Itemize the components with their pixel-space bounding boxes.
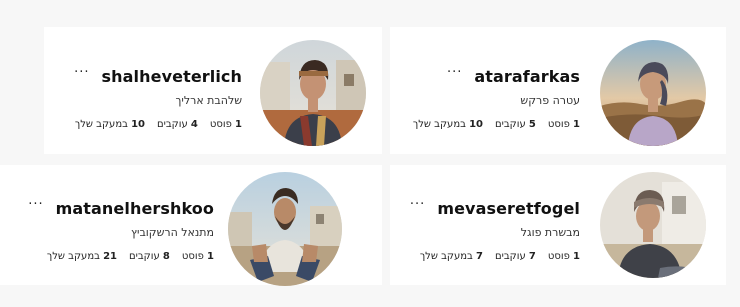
profile-info: matanelhershkoo ··· מתנאל הרשקוביץ 1 פוס… [4,195,214,262]
avatar[interactable] [260,40,366,146]
full-name: עטרה פרקש [520,94,580,107]
full-name: מתנאל הרשקוביץ [131,226,214,239]
username[interactable]: atarafarkas [474,67,580,86]
woman-headscarf-portrait-icon [600,40,706,146]
bearded-man-sitting-portrait-icon [228,172,342,286]
posts-stat: 1 פוסט [209,119,242,130]
following-stat: 10 במעקב שלך [412,119,483,130]
username[interactable]: mevaseretfogel [437,199,580,218]
more-options-icon[interactable]: ··· [410,198,425,211]
profile-card-atarafarkas[interactable]: atarafarkas ··· עטרה פרקש 1 פוסט 5 עוקבי… [390,27,726,154]
full-name: מבשרת פוגל [520,226,580,239]
followers-stat: 5 עוקבים [495,119,536,130]
full-name: שלהבת ארליך [175,94,243,107]
profile-card-mevaseretfogel[interactable]: mevaseretfogel ··· מבשרת פוגל 1 פוסט 7 ע… [390,165,726,285]
avatar[interactable] [600,40,706,146]
profile-stats: 1 פוסט 4 עוקבים 10 במעקב שלך [52,119,242,130]
profile-stats: 1 פוסט 5 עוקבים 10 במעקב שלך [390,119,580,130]
username[interactable]: matanelhershkoo [56,199,214,218]
posts-stat: 1 פוסט [547,119,580,130]
followers-stat: 8 עוקבים [129,251,170,262]
more-options-icon[interactable]: ··· [28,198,43,211]
followers-stat: 4 עוקבים [157,119,198,130]
profile-stats: 1 פוסט 7 עוקבים 7 במעקב שלך [390,251,580,262]
woman-headband-portrait-icon [260,40,366,146]
profile-stats: 1 פוסט 8 עוקבים 21 במעקב שלך [4,251,214,262]
username[interactable]: shalheveterlich [102,67,242,86]
more-options-icon[interactable]: ··· [74,66,89,79]
profile-info: atarafarkas ··· עטרה פרקש 1 פוסט 5 עוקבי… [390,63,580,130]
posts-stat: 1 פוסט [181,251,214,262]
avatar[interactable] [600,172,706,278]
profile-card-shalheveterlich[interactable]: shalheveterlich ··· שלהבת ארליך 1 פוסט 4… [44,27,382,154]
following-stat: 7 במעקב שלך [419,251,483,262]
followers-stat: 7 עוקבים [495,251,536,262]
more-options-icon[interactable]: ··· [447,66,462,79]
following-stat: 10 במעקב שלך [74,119,145,130]
avatar[interactable] [228,172,342,286]
following-stat: 21 במעקב שלך [46,251,117,262]
profile-info: mevaseretfogel ··· מבשרת פוגל 1 פוסט 7 ע… [390,195,580,262]
woman-headscarf-sitting-portrait-icon [600,172,706,278]
posts-stat: 1 פוסט [547,251,580,262]
profile-info: shalheveterlich ··· שלהבת ארליך 1 פוסט 4… [52,63,242,130]
profile-card-matanelhershkoo[interactable]: matanelhershkoo ··· מתנאל הרשקוביץ 1 פוס… [0,165,382,286]
